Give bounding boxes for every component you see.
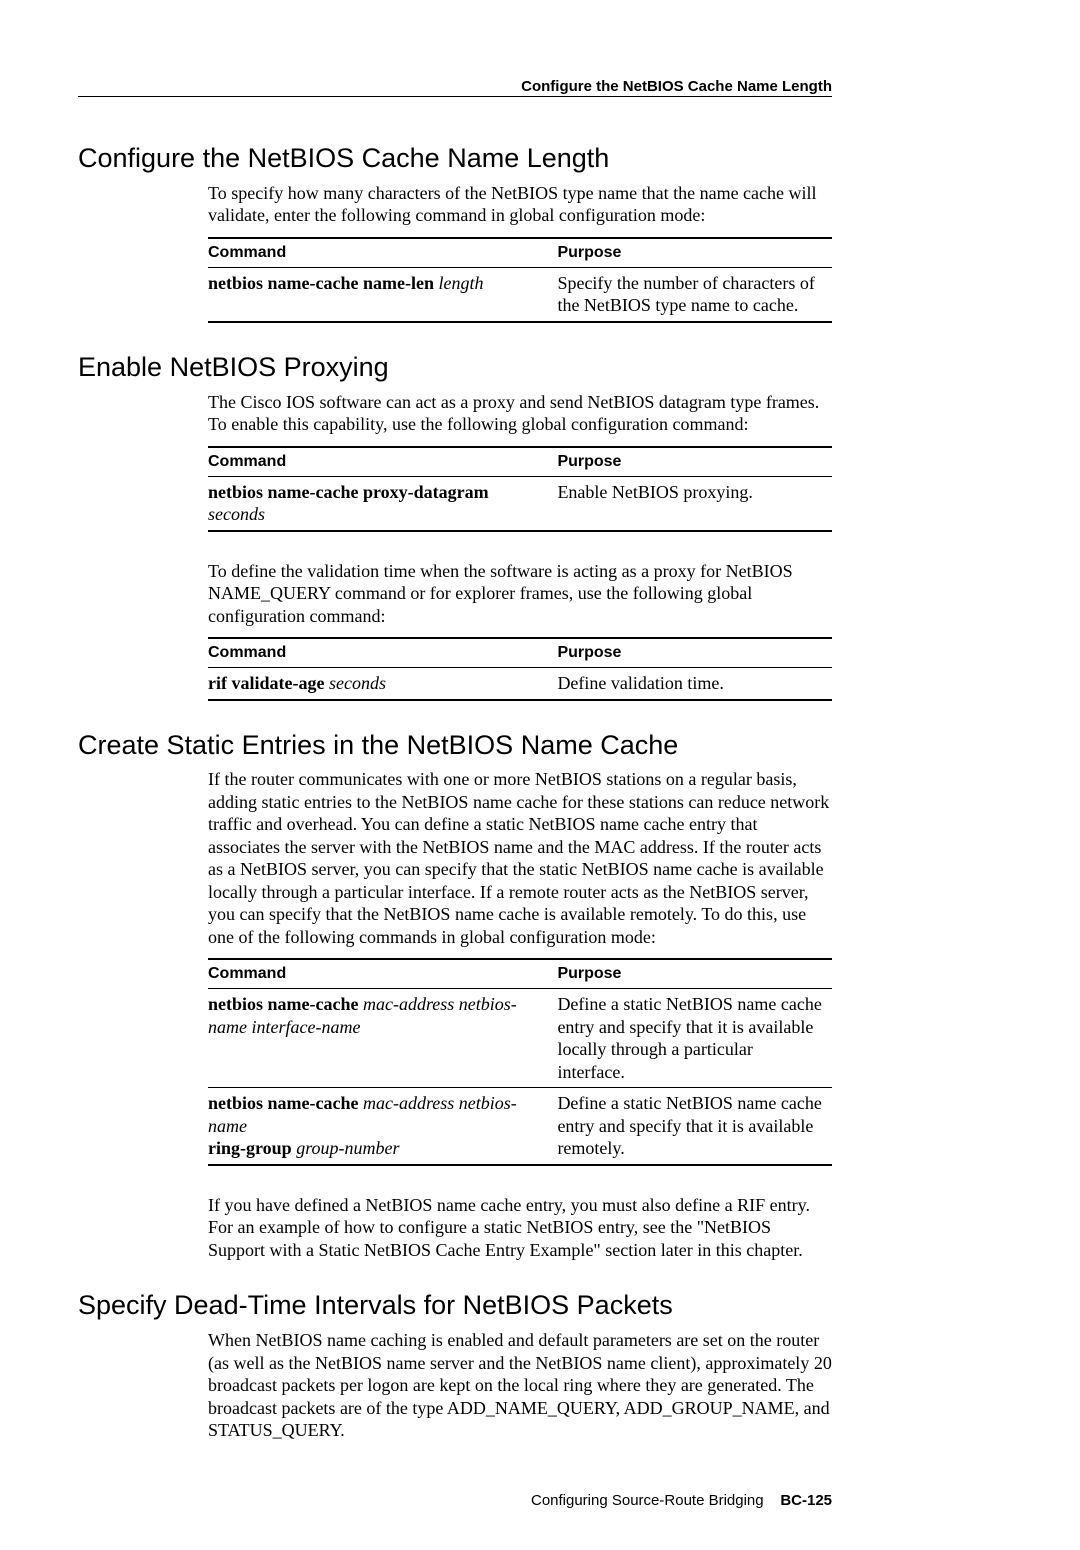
table-row: netbios name-cache mac-address netbios-n… bbox=[208, 1088, 832, 1165]
paragraph: To specify how many characters of the Ne… bbox=[208, 182, 832, 227]
command-table: Command Purpose netbios name-cache proxy… bbox=[208, 446, 832, 532]
paragraph: If the router communicates with one or m… bbox=[208, 768, 832, 948]
footer-page-number: BC-125 bbox=[780, 1492, 832, 1509]
page: Configure the NetBIOS Cache Name Length … bbox=[0, 0, 1080, 1550]
col-header-purpose: Purpose bbox=[557, 638, 832, 668]
cell-purpose: Define a static NetBIOS name cache entry… bbox=[557, 1088, 832, 1165]
col-header-command: Command bbox=[208, 238, 557, 268]
section-heading-static-entries: Create Static Entries in the NetBIOS Nam… bbox=[78, 729, 832, 763]
command-keyword: netbios name-cache bbox=[208, 994, 358, 1014]
col-header-purpose: Purpose bbox=[557, 959, 832, 989]
col-header-command: Command bbox=[208, 638, 557, 668]
col-header-purpose: Purpose bbox=[557, 447, 832, 477]
command-arg: seconds bbox=[208, 504, 265, 524]
table-row: netbios name-cache mac-address netbios-n… bbox=[208, 989, 832, 1088]
cell-command: rif validate-age seconds bbox=[208, 668, 557, 700]
command-table: Command Purpose rif validate-age seconds… bbox=[208, 637, 832, 701]
command-keyword: ring-group bbox=[208, 1138, 292, 1158]
paragraph: To define the validation time when the s… bbox=[208, 560, 832, 628]
cell-command: netbios name-cache proxy-datagram second… bbox=[208, 476, 557, 531]
section-heading-cache-length: Configure the NetBIOS Cache Name Length bbox=[78, 142, 832, 176]
table-row: netbios name-cache proxy-datagram second… bbox=[208, 476, 832, 531]
cell-command: netbios name-cache mac-address netbios-n… bbox=[208, 989, 557, 1088]
running-head-rule bbox=[78, 96, 832, 97]
cell-purpose: Specify the number of characters of the … bbox=[557, 267, 832, 322]
table-row: rif validate-age seconds Define validati… bbox=[208, 668, 832, 700]
footer-chapter: Configuring Source-Route Bridging bbox=[531, 1492, 764, 1509]
cell-purpose: Define validation time. bbox=[557, 668, 832, 700]
command-arg: seconds bbox=[329, 673, 386, 693]
command-arg: group-number bbox=[296, 1138, 399, 1158]
cell-command: netbios name-cache name-len length bbox=[208, 267, 557, 322]
command-table: Command Purpose netbios name-cache name-… bbox=[208, 237, 832, 323]
cell-purpose: Enable NetBIOS proxying. bbox=[557, 476, 832, 531]
col-header-command: Command bbox=[208, 447, 557, 477]
section-heading-proxying: Enable NetBIOS Proxying bbox=[78, 351, 832, 385]
col-header-purpose: Purpose bbox=[557, 238, 832, 268]
content-body: Configure the NetBIOS Cache Name Length … bbox=[78, 142, 832, 1510]
command-keyword: rif validate-age bbox=[208, 673, 324, 693]
cell-purpose: Define a static NetBIOS name cache entry… bbox=[557, 989, 832, 1088]
command-keyword: netbios name-cache name-len bbox=[208, 273, 434, 293]
command-keyword: netbios name-cache proxy-datagram bbox=[208, 482, 489, 502]
table-row: netbios name-cache name-len length Speci… bbox=[208, 267, 832, 322]
paragraph: When NetBIOS name caching is enabled and… bbox=[208, 1329, 832, 1442]
paragraph: If you have defined a NetBIOS name cache… bbox=[208, 1194, 832, 1262]
command-keyword: netbios name-cache bbox=[208, 1093, 358, 1113]
section-heading-deadtime: Specify Dead-Time Intervals for NetBIOS … bbox=[78, 1289, 832, 1323]
paragraph: The Cisco IOS software can act as a prox… bbox=[208, 391, 832, 436]
command-table: Command Purpose netbios name-cache mac-a… bbox=[208, 958, 832, 1166]
running-head: Configure the NetBIOS Cache Name Length bbox=[521, 78, 832, 97]
col-header-command: Command bbox=[208, 959, 557, 989]
page-footer: Configuring Source-Route Bridging BC-125 bbox=[78, 1492, 832, 1511]
cell-command: netbios name-cache mac-address netbios-n… bbox=[208, 1088, 557, 1165]
command-arg: length bbox=[438, 273, 483, 293]
